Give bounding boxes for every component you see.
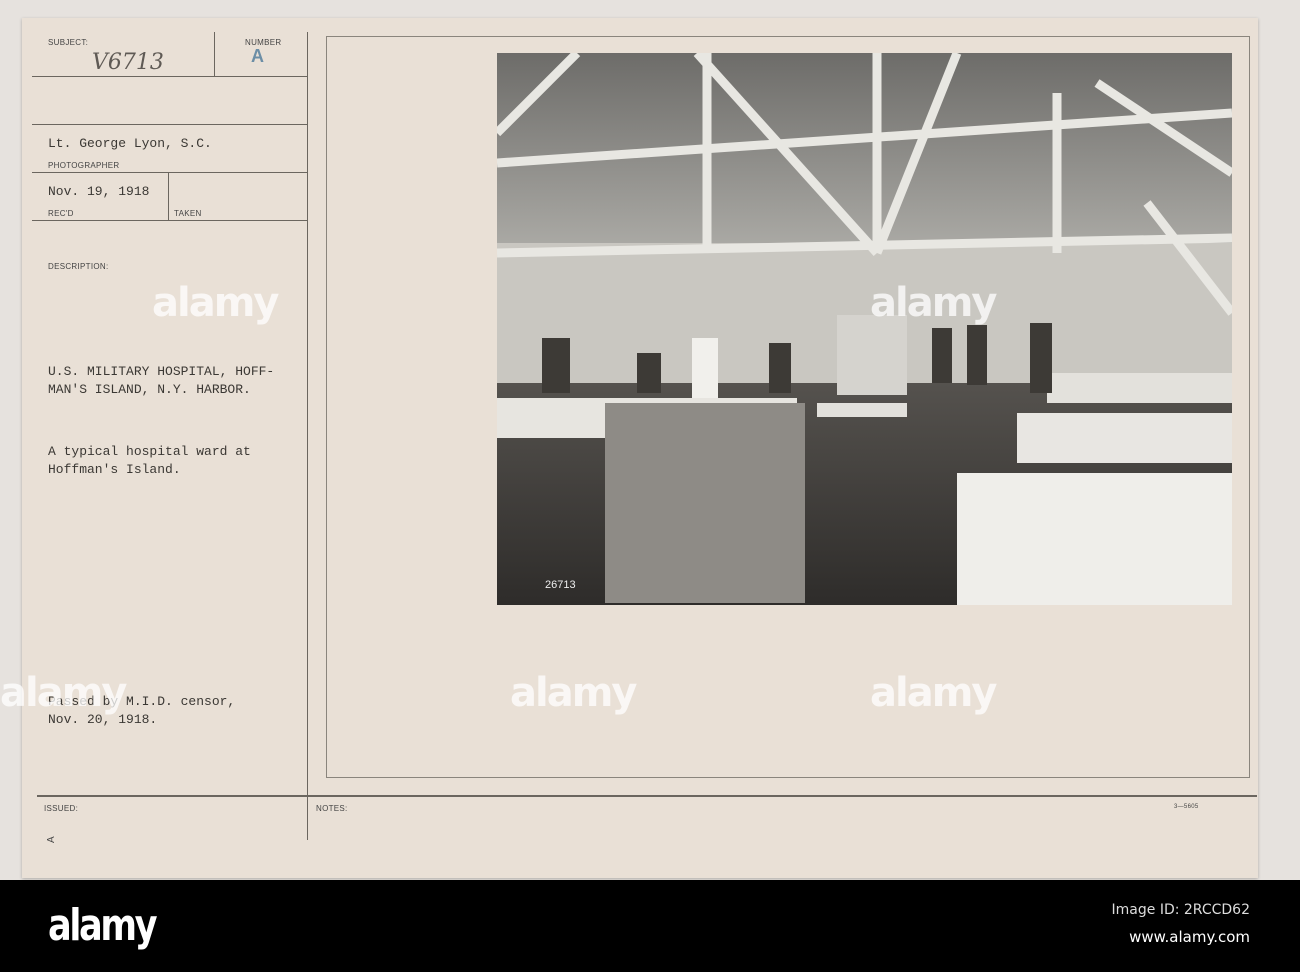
recd-label: REC'D <box>48 209 74 218</box>
watermark: alamy <box>870 670 997 716</box>
divider <box>214 32 215 76</box>
description-line: U.S. MILITARY HOSPITAL, HOFF- <box>48 364 275 379</box>
column-divider <box>307 32 308 840</box>
divider <box>32 76 308 77</box>
recd-value: Nov. 19, 1918 <box>48 184 150 199</box>
caption-line: Hoffman's Island. <box>48 462 181 477</box>
taken-label: TAKEN <box>174 209 202 218</box>
issued-label: ISSUED: <box>44 804 79 813</box>
notes-label: NOTES: <box>316 804 348 813</box>
description-line: MAN'S ISLAND, N.Y. HARBOR. <box>48 382 251 397</box>
watermark: alamy <box>0 670 127 716</box>
corner-mark: A <box>45 836 57 843</box>
bottom-rule <box>37 795 1257 797</box>
subject-label: SUBJECT: <box>48 38 89 47</box>
watermark: alamy <box>152 280 279 326</box>
divider <box>32 124 308 125</box>
divider <box>32 220 308 221</box>
watermark: alamy <box>870 280 997 326</box>
description-label: DESCRIPTION: <box>48 262 109 271</box>
photographer-value: Lt. George Lyon, S.C. <box>48 136 212 151</box>
divider <box>32 172 308 173</box>
alamy-logo: alamy <box>48 900 158 951</box>
image-id: Image ID: 2RCCD62 <box>1111 902 1250 918</box>
negative-number: 26713 <box>545 579 576 591</box>
subject-value: V6713 <box>92 50 164 75</box>
photographer-label: PHOTOGRAPHER <box>48 161 120 170</box>
stock-footer-bar: alamy Image ID: 2RCCD62 www.alamy.com <box>0 880 1300 972</box>
number-value: A <box>251 46 264 66</box>
watermark: alamy <box>510 670 637 716</box>
divider <box>168 172 169 220</box>
alamy-url[interactable]: www.alamy.com <box>1129 928 1250 946</box>
form-code: 3—5605 <box>1174 804 1199 810</box>
hospital-ward-photo: 26713 <box>497 53 1232 605</box>
caption-line: A typical hospital ward at <box>48 444 251 459</box>
